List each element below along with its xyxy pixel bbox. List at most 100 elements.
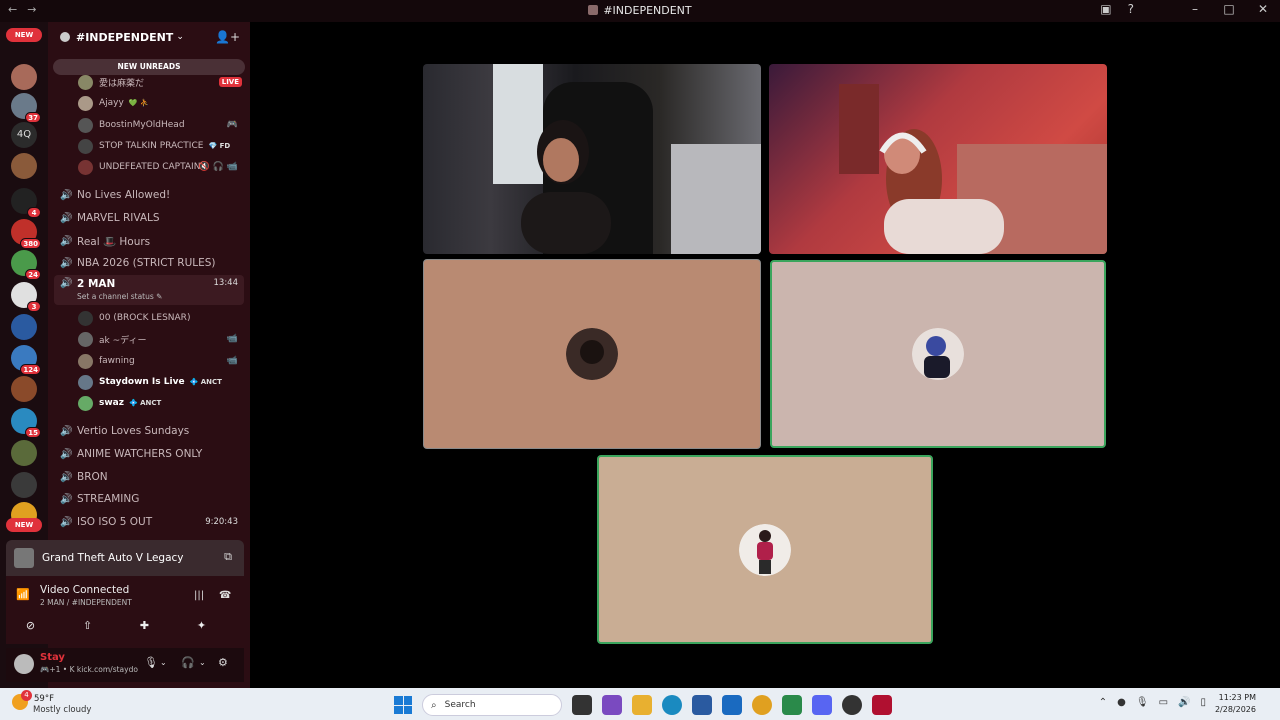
chrome-icon[interactable] xyxy=(752,695,772,715)
maximize-button[interactable]: □ xyxy=(1220,2,1238,16)
invite-user-icon[interactable]: 👤+ xyxy=(215,30,240,44)
active-voice-channel[interactable]: 🔊 2 MAN 13:44 Set a channel status ✎ xyxy=(54,275,244,305)
user-tag: 💠 ANCT xyxy=(189,378,222,386)
voice-location[interactable]: 2 MAN / #INDEPENDENT xyxy=(40,598,132,607)
voice-user[interactable]: STOP TALKIN PRACTICE 💎 FD xyxy=(78,137,244,155)
server-icon[interactable] xyxy=(11,472,37,498)
voice-status[interactable]: Video Connected xyxy=(40,584,129,596)
server-icon[interactable]: 3 xyxy=(11,282,41,312)
mic-options-chevron-icon[interactable]: ⌄ xyxy=(160,658,167,667)
video-tile-avatar-3[interactable] xyxy=(597,455,933,644)
file-explorer-icon[interactable] xyxy=(632,695,652,715)
video-tile-avatar-1[interactable] xyxy=(423,259,761,449)
server-icon[interactable]: 37 xyxy=(11,93,41,123)
activity-panel[interactable]: Grand Theft Auto V Legacy ⧉ xyxy=(6,540,244,576)
voice-channel[interactable]: 🔊 ISO ISO 5 OUT 9:20:43 xyxy=(54,512,244,532)
discord-icon[interactable] xyxy=(812,695,832,715)
audio-options-chevron-icon[interactable]: ⌄ xyxy=(199,658,206,667)
voice-user[interactable]: Ajayy 💚 ⛹ xyxy=(78,94,244,112)
acrobat-icon[interactable] xyxy=(872,695,892,715)
video-tile-camera-1[interactable] xyxy=(423,64,761,254)
activities-icon[interactable]: ✚ xyxy=(130,616,159,636)
clock[interactable]: 11:23 PM 2/28/2026 xyxy=(1215,692,1256,716)
server-icon[interactable]: 24 xyxy=(11,250,41,280)
server-icon[interactable] xyxy=(11,153,37,179)
inbox-icon[interactable]: ▣ xyxy=(1100,2,1111,16)
user-name: Ajayy xyxy=(99,98,124,108)
microphone-icon[interactable]: 🎙 xyxy=(1136,697,1149,708)
chevron-up-icon[interactable]: ⌃ xyxy=(1099,697,1107,708)
voice-channel[interactable]: 🔊 No Lives Allowed! xyxy=(54,185,244,205)
copilot-icon[interactable] xyxy=(602,695,622,715)
outlook-icon[interactable] xyxy=(722,695,742,715)
new-badge-top[interactable]: NEW xyxy=(6,28,42,42)
new-badge-bottom[interactable]: NEW xyxy=(6,518,42,532)
server-icon[interactable]: 380 xyxy=(11,219,41,249)
screen-share-icon[interactable]: ⇧ xyxy=(73,616,102,636)
network-icon[interactable]: ▭ xyxy=(1159,697,1168,708)
voice-channel[interactable]: 🔊 ANIME WATCHERS ONLY xyxy=(54,444,244,464)
app-icon[interactable] xyxy=(842,695,862,715)
taskbar-search[interactable]: ⌕ Search xyxy=(422,694,562,716)
voice-channel[interactable]: 🔊 MARVEL RIVALS xyxy=(54,208,244,228)
server-icon[interactable] xyxy=(11,64,37,90)
settings-gear-icon[interactable]: ⚙ xyxy=(218,656,228,669)
streamer-figure xyxy=(521,120,611,254)
tray-app-icon[interactable]: ● xyxy=(1117,697,1126,708)
video-tile-avatar-2[interactable] xyxy=(770,260,1106,448)
game-title: Grand Theft Auto V Legacy xyxy=(42,552,184,564)
voice-user[interactable]: ak ~ディー 📹 xyxy=(78,330,244,348)
task-view-icon[interactable] xyxy=(572,695,592,715)
app-icon[interactable] xyxy=(782,695,802,715)
voice-user[interactable]: fawning 📹 xyxy=(78,352,244,370)
user-name[interactable]: Stay xyxy=(40,652,65,663)
minimize-button[interactable]: – xyxy=(1186,2,1204,16)
avatar[interactable] xyxy=(14,654,34,674)
server-icon[interactable] xyxy=(11,314,37,340)
video-tile-camera-2[interactable] xyxy=(769,64,1107,254)
voice-channel[interactable]: 🔊 BRON xyxy=(54,467,244,487)
voice-user[interactable]: swaz 💠 ANCT xyxy=(78,394,244,412)
server-icon[interactable]: 4Q xyxy=(11,122,37,148)
voice-user[interactable]: Staydown Is Live 💠 ANCT xyxy=(78,373,244,391)
battery-icon[interactable]: ▯ xyxy=(1200,697,1206,708)
noise-suppression-icon[interactable]: ||| xyxy=(194,590,204,601)
server-avatar xyxy=(11,376,37,402)
disconnect-icon[interactable]: ☎ xyxy=(219,590,231,601)
speaker-icon: 🔊 xyxy=(60,278,73,289)
voice-actions: ⊘ ⇧ ✚ ✦ xyxy=(16,616,216,636)
voice-channel[interactable]: 🔊 Real 🎩 Hours xyxy=(54,231,244,251)
user-panel: Stay 🎮+1 • K kick.com/staydo 🎙 ⌄ 🎧 ⌄ ⚙ xyxy=(6,648,244,682)
channel-status[interactable]: Set a channel status ✎ xyxy=(77,292,162,301)
server-icon[interactable]: 4 xyxy=(11,188,41,218)
microphone-icon[interactable]: 🎙 xyxy=(144,656,158,669)
start-button[interactable] xyxy=(394,696,412,714)
channel-timer: 9:20:43 xyxy=(205,517,238,527)
server-icon[interactable]: 15 xyxy=(11,408,41,438)
speaker-icon: 🔊 xyxy=(60,448,73,460)
soundboard-icon[interactable]: ✦ xyxy=(187,616,216,636)
server-icon[interactable]: 124 xyxy=(11,345,41,375)
server-icon[interactable] xyxy=(11,376,37,402)
speaker-icon: 🔊 xyxy=(60,189,73,201)
voice-user[interactable]: UNDEFEATED CAPTAIN 🔇 🎧 📹 xyxy=(78,158,244,176)
voice-user[interactable]: 00 (BROCK LESNAR) xyxy=(78,309,244,327)
store-icon[interactable] xyxy=(692,695,712,715)
activity-popout-icon[interactable]: ⧉ xyxy=(224,550,232,564)
close-button[interactable]: ✕ xyxy=(1254,2,1272,16)
camera-off-icon[interactable]: ⊘ xyxy=(16,616,45,636)
voice-channel[interactable]: 🔊 Vertio Loves Sundays xyxy=(54,421,244,441)
voice-user[interactable]: 愛は麻薬だ LIVE xyxy=(78,73,244,91)
help-icon[interactable]: ? xyxy=(1128,2,1134,16)
server-icon[interactable] xyxy=(11,440,37,466)
voice-channel[interactable]: 🔊 NBA 2026 (STRICT RULES) xyxy=(54,253,244,273)
headphones-icon[interactable]: 🎧 xyxy=(181,656,195,669)
server-avatar: 4Q xyxy=(11,122,37,148)
system-tray: ⌃ ● 🎙 ▭ 🔊 ▯ xyxy=(1099,697,1206,708)
voice-user[interactable]: BoostinMyOldHead 🎮 xyxy=(78,116,244,134)
server-header[interactable]: #INDEPENDENT ⌄ 👤+ xyxy=(48,22,250,52)
edge-browser-icon[interactable] xyxy=(662,695,682,715)
signal-icon[interactable]: 📶 xyxy=(16,588,30,601)
voice-channel[interactable]: 🔊 STREAMING xyxy=(54,489,244,509)
volume-icon[interactable]: 🔊 xyxy=(1178,697,1190,708)
